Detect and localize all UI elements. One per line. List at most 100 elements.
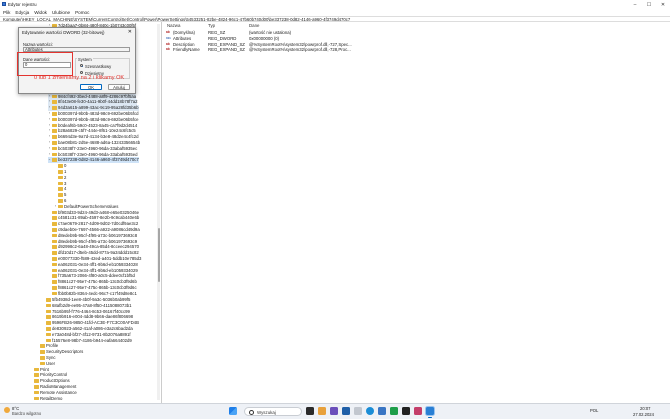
folder-icon: [58, 187, 63, 191]
folder-icon: [52, 94, 57, 99]
folder-icon: [52, 135, 57, 139]
dialog-title: Edytowanie wartości DWORD (32-bitowej): [22, 30, 105, 35]
folder-icon: [34, 379, 39, 383]
folder-icon: [52, 106, 57, 110]
folder-icon: [52, 262, 57, 267]
weather-temperature[interactable]: 8°C: [12, 406, 19, 411]
menu-edit[interactable]: Edycja: [15, 10, 29, 15]
folder-icon: [52, 268, 57, 273]
title-bar: Edytor rejestru – ☐ ✕: [0, 0, 670, 9]
folder-icon: [52, 256, 57, 261]
base-label: System: [77, 57, 93, 62]
tree-scrollbar-thumb[interactable]: [157, 228, 160, 282]
radio-hexadecimal-label: Szesnastkowy: [85, 63, 112, 69]
folder-icon: [40, 350, 45, 354]
annotation-highlight-box: [17, 52, 73, 76]
value-name[interactable]: FriendlyName: [173, 47, 200, 53]
values-list: Nazwa Typ Dane ab (Domyślna) REG_SZ (wartoś…: [163, 22, 670, 403]
folder-icon: [52, 158, 57, 162]
folder-icon: [46, 309, 51, 314]
tray-time[interactable]: 20:07: [640, 406, 650, 411]
cancel-button[interactable]: Anuluj: [108, 84, 130, 90]
folder-icon: [34, 385, 39, 389]
column-header-name[interactable]: Nazwa: [167, 23, 180, 29]
folder-icon: [52, 216, 57, 220]
taskbar: 8°C Bardzo wilgotno Wyszukaj POL 20:07 2…: [0, 403, 670, 419]
excel-icon[interactable]: [390, 407, 398, 415]
weather-icon[interactable]: [4, 407, 10, 413]
file-explorer-icon[interactable]: [318, 407, 326, 415]
photos-icon[interactable]: [414, 407, 422, 415]
teams-icon[interactable]: [330, 407, 338, 415]
folder-icon: [52, 233, 57, 238]
minimize-button[interactable]: –: [628, 0, 642, 9]
folder-icon: [52, 245, 57, 249]
folder-icon: [46, 303, 51, 308]
window-controls: – ☐ ✕: [628, 0, 670, 9]
folder-icon: [52, 285, 57, 290]
column-header-data[interactable]: Dane: [249, 23, 260, 29]
folder-icon: [46, 327, 51, 331]
taskbar-search[interactable]: Wyszukaj: [244, 406, 302, 416]
tree-item-label: be337238-0d82-4146-a960-4f3749d470c7: [58, 157, 139, 163]
folder-icon: [40, 356, 45, 360]
mail-icon[interactable]: [342, 407, 350, 415]
task-view-icon[interactable]: [306, 407, 314, 415]
ok-button[interactable]: OK: [80, 84, 102, 90]
folder-icon: [52, 140, 57, 145]
folder-icon: [58, 198, 63, 203]
folder-icon: [52, 210, 57, 215]
menu-help[interactable]: Pomoc: [75, 10, 89, 15]
folder-icon: [58, 181, 63, 186]
folder-icon: [52, 280, 57, 284]
tree-item[interactable]: fbb0b82b-8364-4edc-96c7-c17f49d8e8c1: [48, 291, 137, 297]
expand-chevron-icon[interactable]: ⌄: [48, 157, 51, 163]
folder-icon: [40, 344, 45, 349]
folder-icon: [46, 298, 51, 302]
string-value-icon: ab: [166, 47, 170, 52]
dialog-close-icon[interactable]: ✕: [128, 29, 132, 35]
folder-icon: [34, 373, 39, 378]
folder-icon: [52, 129, 57, 133]
folder-icon: [58, 164, 63, 168]
weather-description[interactable]: Bardzo wilgotno: [12, 411, 41, 416]
menu-favorites[interactable]: Ulubione: [52, 10, 70, 15]
folder-icon: [34, 396, 39, 401]
app-icon[interactable]: [354, 407, 362, 415]
tree-item-label: RetailDemo: [40, 395, 63, 401]
folder-icon: [52, 152, 57, 157]
menu-view[interactable]: Widok: [34, 10, 47, 15]
folder-icon: [34, 390, 39, 395]
folder-icon: [46, 332, 51, 337]
folder-icon: [52, 291, 57, 296]
folder-icon: [52, 227, 57, 232]
column-header-type[interactable]: Typ: [208, 23, 215, 29]
close-window-button[interactable]: ✕: [656, 0, 670, 9]
regedit-taskbar-icon[interactable]: [426, 407, 434, 415]
start-icon[interactable]: [229, 407, 237, 415]
window-title: Edytor rejestru: [8, 1, 37, 7]
folder-icon: [52, 111, 57, 116]
tree-item[interactable]: RetailDemo: [30, 396, 62, 402]
tray-date[interactable]: 27.02.2024: [633, 412, 654, 417]
tray-language[interactable]: POL: [590, 408, 598, 413]
folder-icon: [58, 193, 63, 197]
maximize-button[interactable]: ☐: [642, 0, 656, 9]
folder-icon: [52, 117, 57, 122]
folder-icon: [52, 274, 57, 278]
tree-item-label: f15576e8-98b7-4186-b944-eafa664402d9: [52, 337, 132, 343]
folder-icon: [46, 321, 51, 325]
folder-icon: [34, 367, 39, 372]
word-icon[interactable]: [378, 407, 386, 415]
tree-scrollbar[interactable]: [157, 24, 160, 400]
folder-icon: [52, 251, 57, 255]
value-data: @%SystemRoot%\system32\powrprof.dll,-728…: [249, 47, 351, 53]
search-placeholder: Wyszukaj: [257, 409, 276, 415]
folder-icon: [40, 361, 45, 366]
tree-item-label: fbb0b82b-8364-4edc-96c7-c17f49d8e8c1: [58, 290, 137, 296]
menu-file[interactable]: Plik: [3, 10, 10, 15]
terminal-icon[interactable]: [402, 407, 410, 415]
folder-icon: [52, 100, 57, 104]
folder-icon: [46, 338, 51, 343]
edge-icon[interactable]: [366, 407, 374, 415]
